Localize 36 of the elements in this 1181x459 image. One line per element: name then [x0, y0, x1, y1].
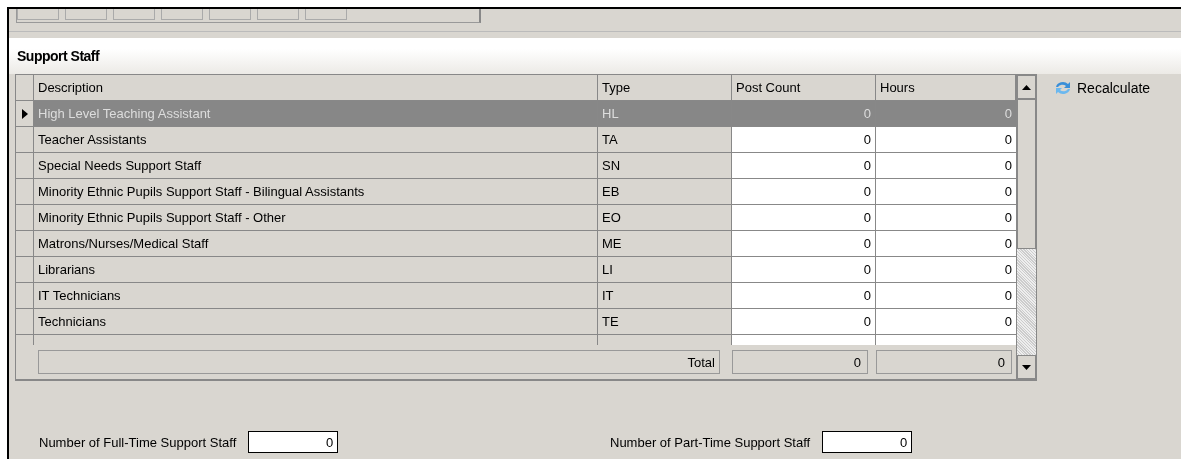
table-cell: Special Needs Support Staff — [34, 153, 598, 178]
recalculate-link[interactable]: Recalculate — [1053, 78, 1151, 98]
down-arrow-icon — [1022, 364, 1031, 370]
column-header[interactable]: Post Count — [732, 75, 876, 100]
table-cell: Matrons/Nurses/Medical Staff — [34, 231, 598, 256]
table-cell: Teacher Assistants — [34, 127, 598, 152]
toolbar-button[interactable] — [113, 9, 155, 20]
table-cell: Minority Ethnic Pupils Support Staff - Other — [34, 205, 598, 230]
input-field[interactable]: 0 — [248, 431, 339, 453]
toolbar-button[interactable] — [17, 9, 59, 20]
table-cell: IT Technicians — [34, 283, 598, 308]
input-field[interactable]: 0 — [822, 431, 913, 453]
scroll-up-button[interactable] — [1017, 75, 1036, 99]
field-label: Number of Part-Time Support Staff — [610, 434, 811, 450]
total-label: Total — [38, 350, 720, 374]
column-header[interactable]: Description — [34, 75, 598, 100]
toolbar-button[interactable] — [161, 9, 203, 20]
toolbar-button[interactable] — [257, 9, 299, 20]
table-cell: Technicians — [34, 309, 598, 334]
table-cell: HL — [598, 101, 732, 126]
section-title: Support Staff — [17, 48, 100, 64]
toolbar-button[interactable] — [65, 9, 107, 20]
table-cell: Librarians — [34, 257, 598, 282]
field-label: Number of Full-Time Support Staff — [39, 434, 237, 450]
column-header[interactable]: Type — [598, 75, 732, 100]
total-cell: 0 — [732, 350, 868, 374]
scroll-thumb[interactable] — [1017, 99, 1036, 249]
table-cell: High Level Teaching Assistant — [34, 101, 598, 126]
scrollbar[interactable] — [1016, 75, 1036, 379]
total-cell: 0 — [876, 350, 1012, 374]
row-pointer-icon — [21, 108, 28, 119]
up-arrow-icon — [1022, 84, 1031, 90]
scroll-down-button[interactable] — [1017, 355, 1036, 379]
toolbar-button[interactable] — [305, 9, 347, 20]
toolbar-button[interactable] — [209, 9, 251, 20]
table-cell: Minority Ethnic Pupils Support Staff - Bilingual Assistants — [34, 179, 598, 204]
